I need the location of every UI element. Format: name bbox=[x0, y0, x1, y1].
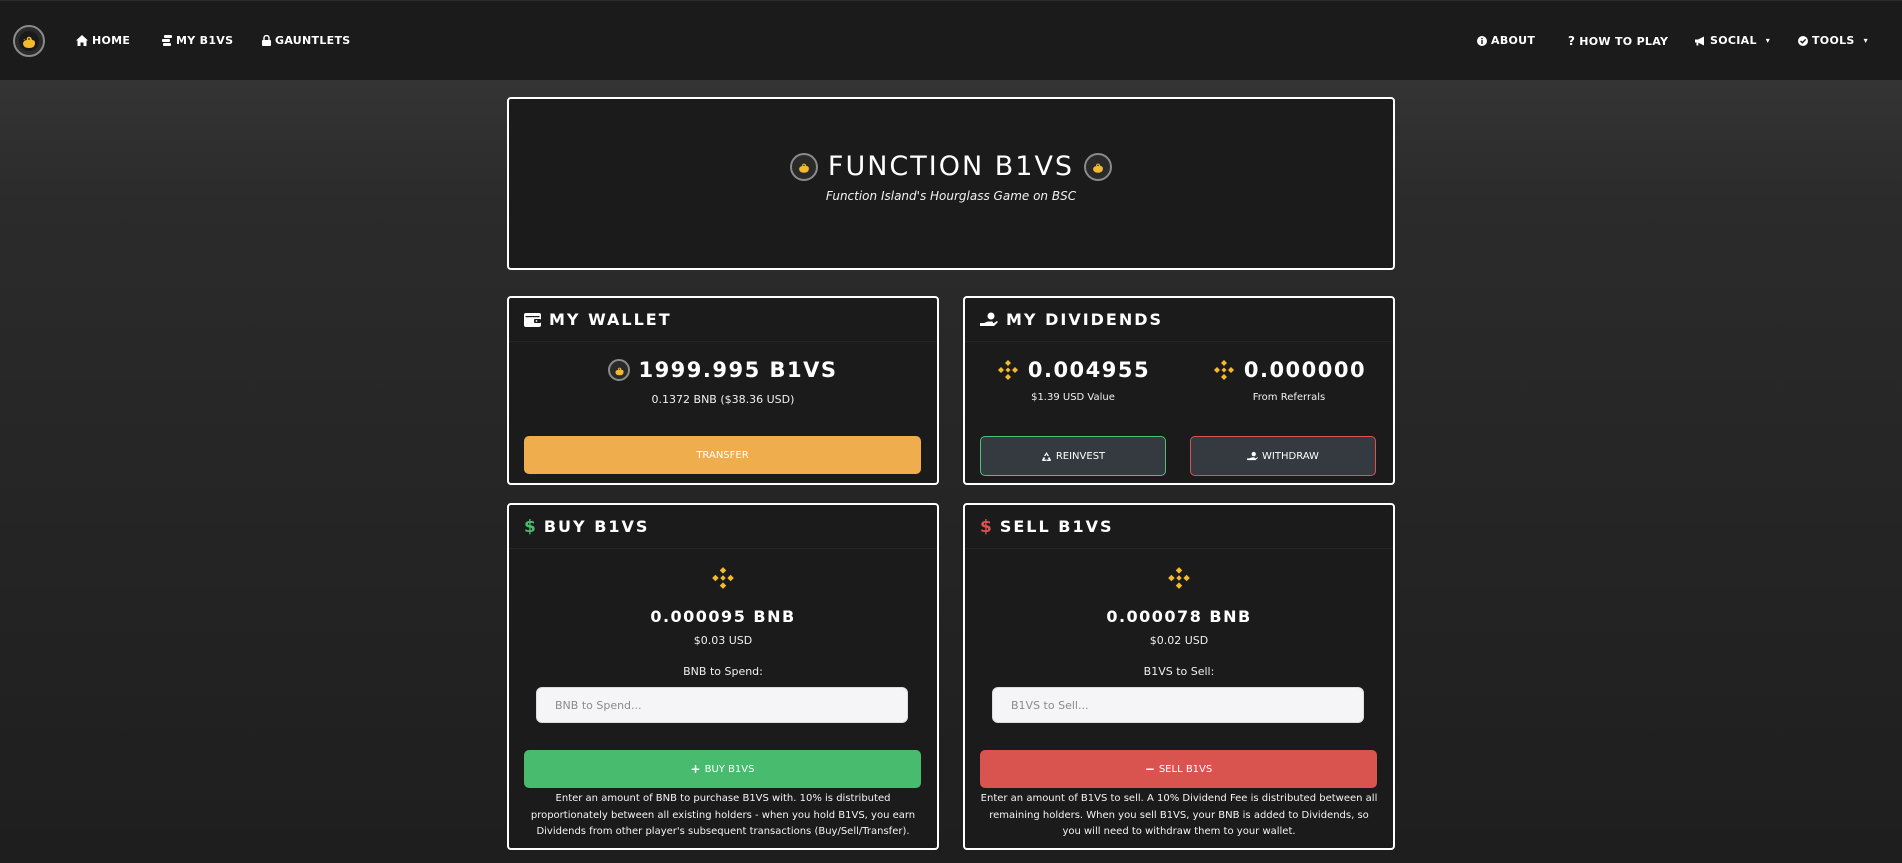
nav-about-label: ABOUT bbox=[1491, 34, 1536, 47]
b1vs-to-sell-input[interactable] bbox=[992, 687, 1364, 723]
referrals-value-col: 0.000000 From Referrals bbox=[1181, 358, 1397, 403]
wallet-card-header: MY WALLET bbox=[509, 298, 937, 342]
transfer-button[interactable]: TRANSFER bbox=[524, 436, 921, 474]
question-icon: ? bbox=[1568, 34, 1576, 48]
bnb-icon bbox=[712, 567, 734, 589]
dollar-icon: $ bbox=[524, 516, 536, 537]
nav-my-b1vs-label: MY B1VS bbox=[176, 34, 234, 47]
nav-gauntlets-label: GAUNTLETS bbox=[275, 34, 351, 47]
buy-card-header: $ BUY B1VS bbox=[509, 505, 937, 549]
sell-card: $ SELL B1VS 0.000078 BNB $0.02 USD B1VS … bbox=[963, 503, 1395, 850]
bnb-icon bbox=[997, 360, 1018, 380]
sell-description: Enter an amount of B1VS to sell. A 10% D… bbox=[980, 793, 1378, 837]
wallet-balance-sub: 0.1372 BNB ($38.36 USD) bbox=[651, 393, 795, 406]
dividends-value-col: 0.004955 $1.39 USD Value bbox=[965, 358, 1181, 403]
nav-social[interactable]: SOCIAL ▾ bbox=[1695, 34, 1770, 47]
check-circle-icon bbox=[1798, 35, 1808, 46]
duck-logo-icon bbox=[19, 31, 39, 51]
site-logo[interactable] bbox=[13, 25, 45, 57]
dividends-card: MY DIVIDENDS 0.004955 $1.39 USD Value 0.… bbox=[963, 296, 1395, 485]
megaphone-icon bbox=[1695, 36, 1704, 45]
nav-about[interactable]: ABOUT bbox=[1477, 34, 1535, 47]
chevron-down-icon: ▾ bbox=[1863, 36, 1868, 45]
sell-field-label: B1VS to Sell: bbox=[1143, 665, 1215, 678]
sell-price-usd: $0.02 USD bbox=[1149, 634, 1209, 647]
hero-title-row: FUNCTION B1VS bbox=[509, 151, 1393, 182]
sell-bnb-icon-wrap bbox=[965, 565, 1393, 595]
info-icon bbox=[1477, 35, 1487, 46]
wallet-icon bbox=[524, 312, 541, 327]
buy-button[interactable]: + BUY B1VS bbox=[524, 750, 921, 788]
buy-field-label: BNB to Spend: bbox=[683, 665, 763, 678]
lock-icon bbox=[262, 35, 271, 46]
recycle-icon bbox=[1041, 451, 1051, 461]
wallet-title: MY WALLET bbox=[549, 310, 672, 329]
sell-title: SELL B1VS bbox=[999, 517, 1114, 536]
nav-home[interactable]: HOME bbox=[76, 34, 130, 47]
buy-title: BUY B1VS bbox=[543, 517, 650, 536]
withdraw-button[interactable]: WITHDRAW bbox=[1190, 436, 1376, 476]
nav-tools-label: TOOLS bbox=[1812, 34, 1855, 47]
hero-card: FUNCTION B1VS Function Island's Hourglas… bbox=[507, 97, 1395, 270]
referrals-value-sub: From Referrals bbox=[1252, 392, 1326, 403]
transfer-button-label: TRANSFER bbox=[696, 449, 749, 461]
dividends-value-sub: $1.39 USD Value bbox=[1031, 392, 1115, 403]
top-navbar: HOME MY B1VS GAUNTLETS ABOUT ? HOW TO PL… bbox=[0, 0, 1902, 80]
buy-button-label: BUY B1VS bbox=[704, 763, 755, 775]
hand-holding-dollar-icon bbox=[980, 312, 998, 326]
buy-description: Enter an amount of BNB to purchase B1VS … bbox=[530, 793, 916, 837]
dividends-title: MY DIVIDENDS bbox=[1006, 310, 1164, 329]
plus-icon: + bbox=[690, 762, 701, 776]
wallet-card: MY WALLET 1999.995 B1VS 0.1372 BNB ($38.… bbox=[507, 296, 939, 485]
sell-button-label: SELL B1VS bbox=[1158, 763, 1213, 775]
bnb-icon bbox=[1168, 567, 1190, 589]
chevron-down-icon: ▾ bbox=[1765, 36, 1771, 45]
bnb-to-spend-input[interactable] bbox=[536, 687, 908, 723]
nav-my-b1vs[interactable]: MY B1VS bbox=[162, 34, 233, 47]
dividends-value: 0.004955 bbox=[1027, 358, 1151, 382]
sell-card-header: $ SELL B1VS bbox=[965, 505, 1393, 549]
nav-gauntlets[interactable]: GAUNTLETS bbox=[262, 34, 351, 47]
duck-coin-icon bbox=[608, 359, 631, 381]
page-title: FUNCTION B1VS bbox=[827, 151, 1075, 182]
nav-social-label: SOCIAL bbox=[1710, 34, 1757, 47]
buy-bnb-icon-wrap bbox=[509, 565, 937, 595]
reinvest-button[interactable]: REINVEST bbox=[980, 436, 1166, 476]
page-subtitle: Function Island's Hourglass Game on BSC bbox=[825, 189, 1077, 203]
withdraw-button-label: WITHDRAW bbox=[1262, 450, 1319, 462]
reinvest-button-label: REINVEST bbox=[1055, 450, 1106, 462]
buy-price: 0.000095 BNB bbox=[650, 607, 796, 626]
nav-tools[interactable]: TOOLS ▾ bbox=[1798, 34, 1868, 47]
buy-price-usd: $0.03 USD bbox=[693, 634, 753, 647]
nav-how-to-play[interactable]: ? HOW TO PLAY bbox=[1568, 34, 1668, 48]
duck-coin-icon bbox=[789, 152, 818, 181]
buy-card: $ BUY B1VS 0.000095 BNB $0.03 USD BNB to… bbox=[507, 503, 939, 850]
sell-button[interactable]: − SELL B1VS bbox=[980, 750, 1377, 788]
sell-price: 0.000078 BNB bbox=[1106, 607, 1252, 626]
coins-icon bbox=[162, 35, 172, 46]
referrals-value: 0.000000 bbox=[1243, 358, 1367, 382]
home-icon bbox=[76, 35, 88, 46]
hand-holding-dollar-icon bbox=[1247, 451, 1258, 460]
nav-home-label: HOME bbox=[92, 34, 131, 47]
duck-coin-icon bbox=[1084, 152, 1113, 181]
dividends-card-header: MY DIVIDENDS bbox=[965, 298, 1393, 342]
wallet-balance: 1999.995 B1VS bbox=[638, 358, 838, 382]
wallet-balance-row: 1999.995 B1VS bbox=[509, 358, 937, 382]
bnb-icon bbox=[1213, 360, 1234, 380]
minus-icon: − bbox=[1144, 762, 1155, 776]
dollar-icon: $ bbox=[980, 516, 992, 537]
nav-how-to-play-label: HOW TO PLAY bbox=[1579, 34, 1669, 48]
